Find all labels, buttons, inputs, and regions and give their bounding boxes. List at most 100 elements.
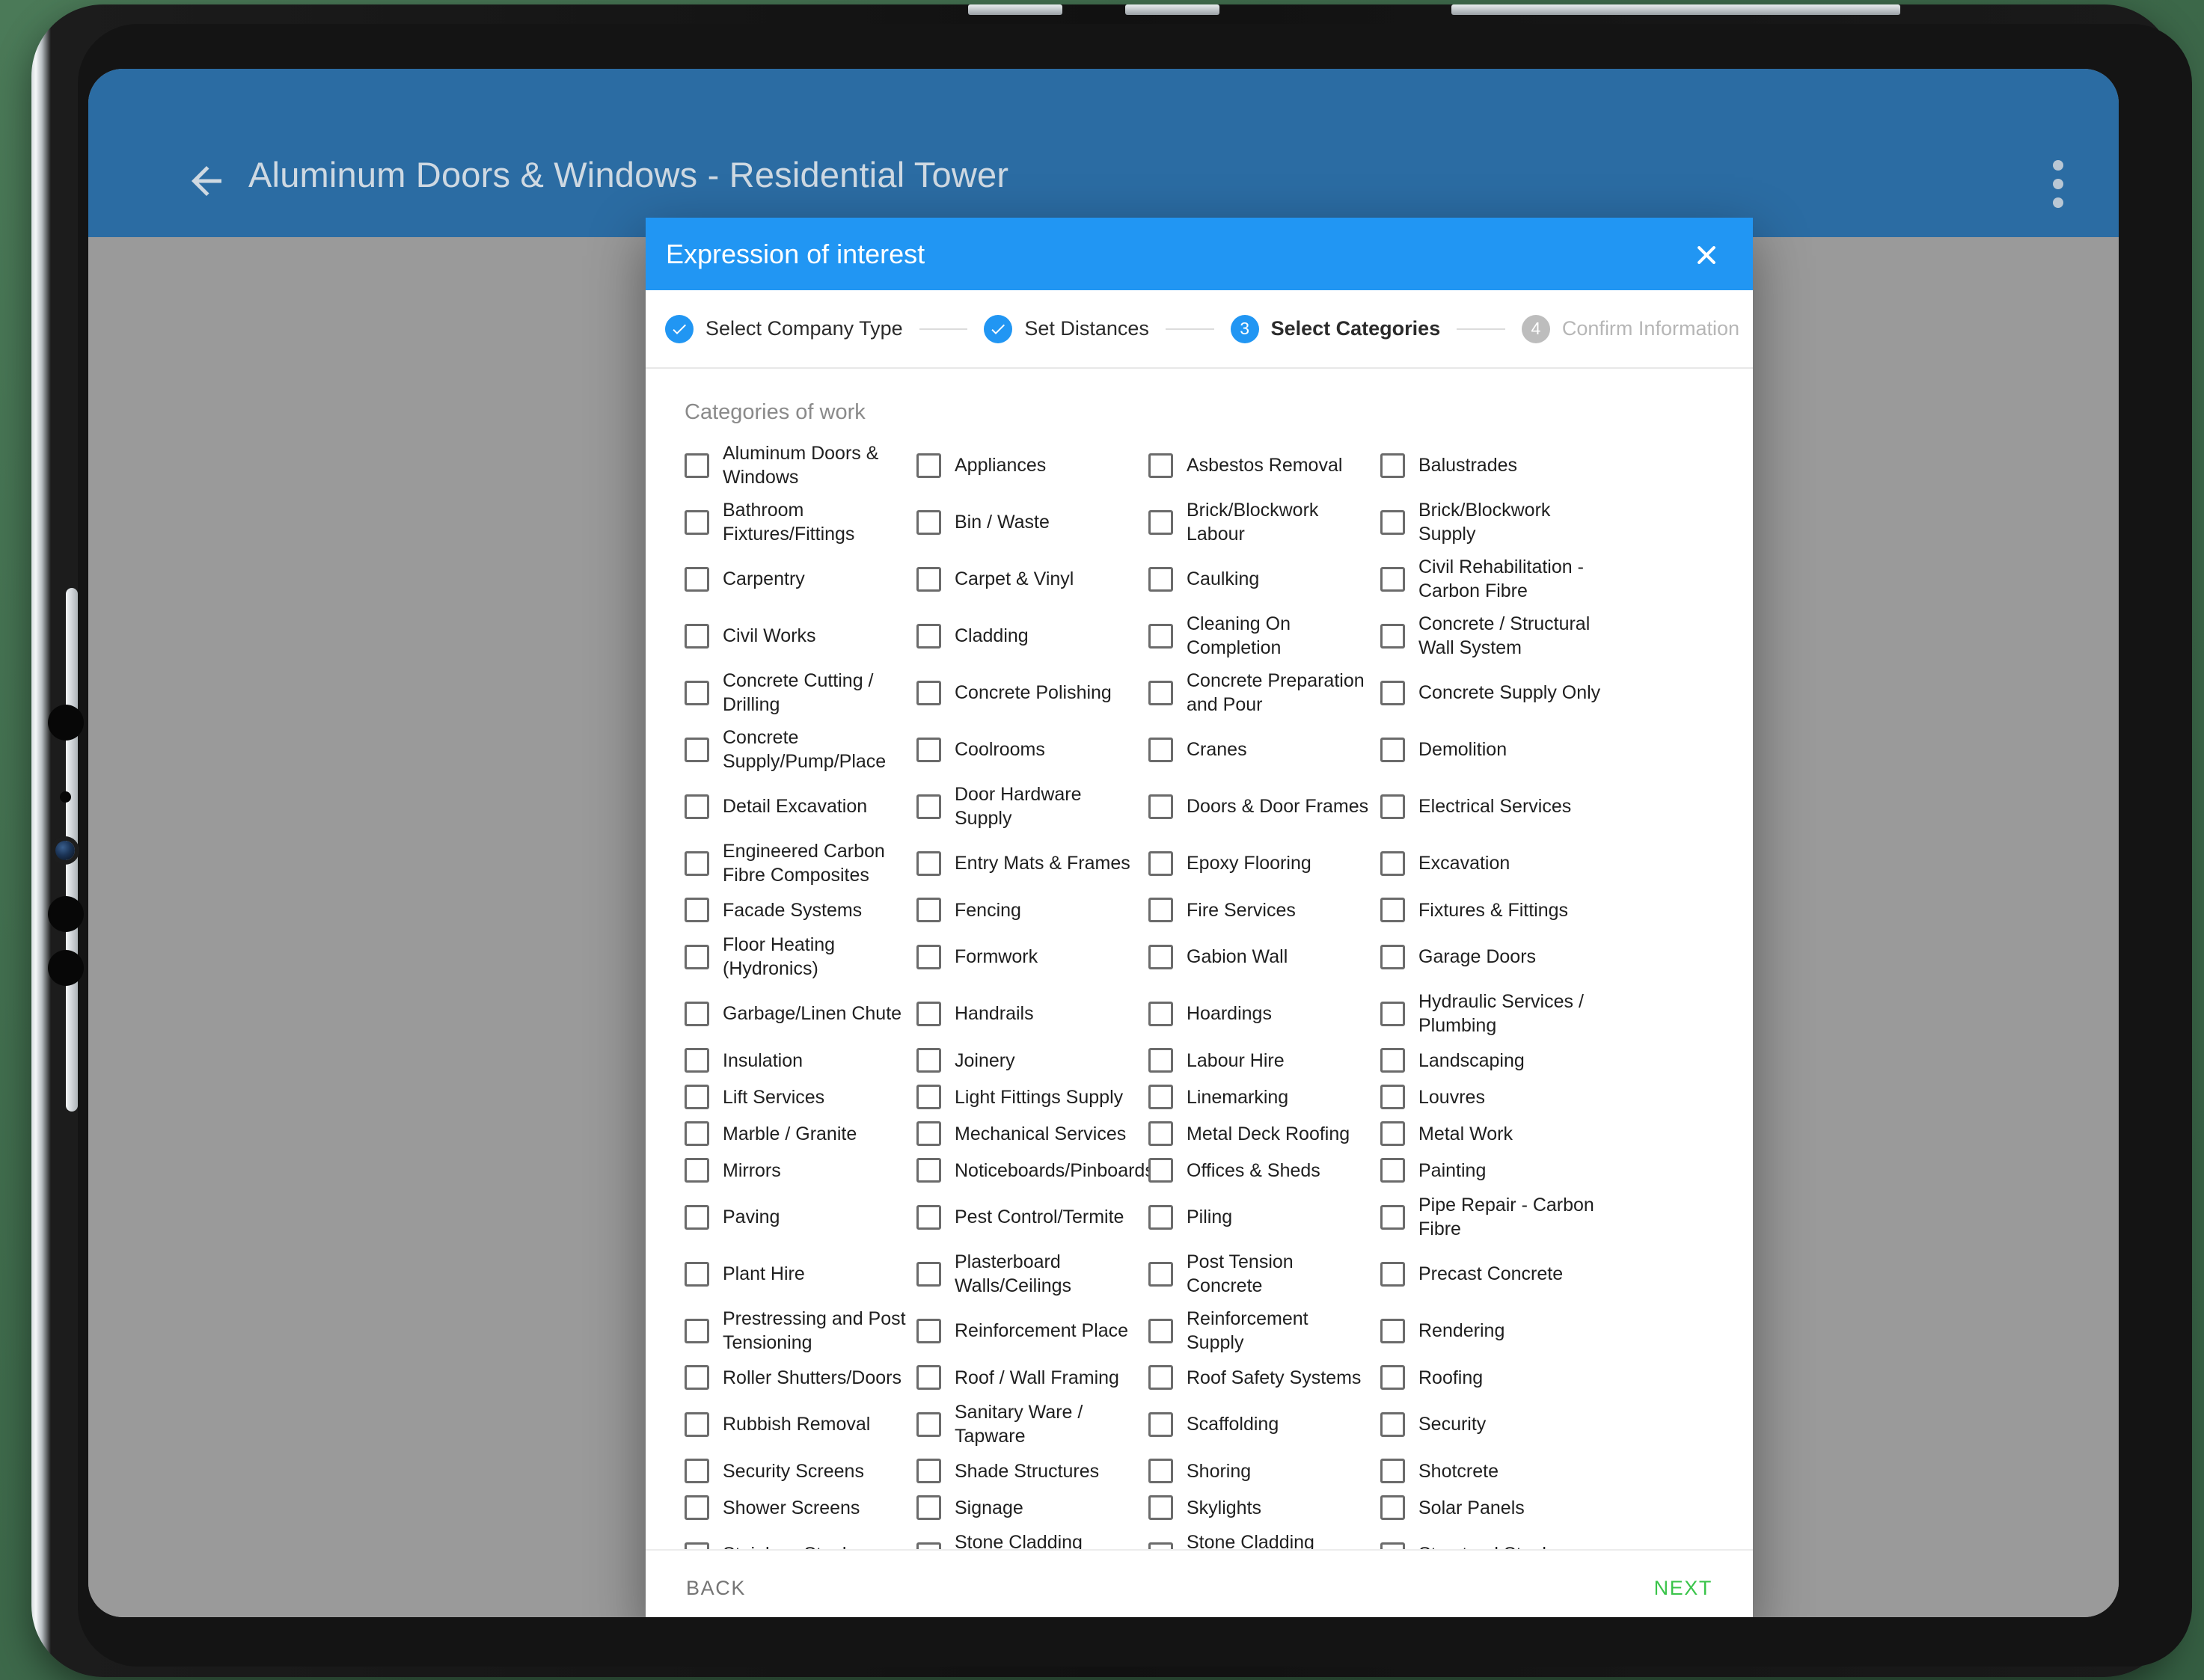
checkbox-unchecked-icon[interactable] — [1380, 1085, 1405, 1109]
category-label[interactable]: Concrete Supply Only — [1418, 681, 1600, 705]
category-label[interactable]: Door Hardware Supply — [955, 782, 1138, 830]
checkbox-unchecked-icon[interactable] — [1380, 1158, 1405, 1183]
category-checkbox-item[interactable]: Formwork — [916, 928, 1148, 985]
category-label[interactable]: Shotcrete — [1418, 1459, 1499, 1483]
category-checkbox-item[interactable]: Post Tension Concrete — [1148, 1245, 1380, 1302]
category-label[interactable]: Roof / Wall Framing — [955, 1366, 1119, 1390]
category-label[interactable]: Cladding — [955, 624, 1029, 648]
checkbox-unchecked-icon[interactable] — [1380, 681, 1405, 705]
more-vertical-icon[interactable] — [2053, 160, 2063, 216]
checkbox-unchecked-icon[interactable] — [916, 898, 941, 922]
checkbox-unchecked-icon[interactable] — [1380, 453, 1405, 478]
checkbox-unchecked-icon[interactable] — [916, 851, 941, 876]
category-label[interactable]: Sanitary Ware / Tapware — [955, 1400, 1138, 1448]
category-checkbox-item[interactable]: Brick/Blockwork Labour — [1148, 494, 1380, 551]
checkbox-unchecked-icon[interactable] — [1148, 1048, 1173, 1073]
category-label[interactable]: Rubbish Removal — [723, 1412, 870, 1436]
checkbox-unchecked-icon[interactable] — [685, 1205, 709, 1230]
category-label[interactable]: Prestressing and Post Tensioning — [723, 1307, 906, 1355]
category-checkbox-item[interactable]: Reinforcement Supply — [1148, 1302, 1380, 1359]
checkbox-unchecked-icon[interactable] — [1380, 510, 1405, 535]
category-label[interactable]: Caulking — [1187, 567, 1259, 591]
category-checkbox-item[interactable]: Floor Heating (Hydronics) — [685, 928, 916, 985]
category-checkbox-item[interactable]: Sanitary Ware / Tapware — [916, 1396, 1148, 1453]
checkbox-unchecked-icon[interactable] — [1148, 1205, 1173, 1230]
checkbox-unchecked-icon[interactable] — [685, 1412, 709, 1437]
category-label[interactable]: Concrete / Structural Wall System — [1418, 612, 1602, 660]
checkbox-unchecked-icon[interactable] — [916, 1459, 941, 1483]
category-label[interactable]: Formwork — [955, 945, 1038, 969]
category-checkbox-item[interactable]: Plasterboard Walls/Ceilings — [916, 1245, 1148, 1302]
hardware-button-mid[interactable] — [48, 896, 84, 932]
category-checkbox-item[interactable]: Concrete Preparation and Pour — [1148, 664, 1380, 721]
category-label[interactable]: Concrete Preparation and Pour — [1187, 669, 1370, 717]
category-label[interactable]: Excavation — [1418, 851, 1510, 875]
category-label[interactable]: Painting — [1418, 1159, 1486, 1183]
category-label[interactable]: Detail Excavation — [723, 794, 867, 818]
category-checkbox-item[interactable]: Joinery — [916, 1042, 1148, 1079]
checkbox-unchecked-icon[interactable] — [685, 1495, 709, 1520]
category-checkbox-item[interactable]: Facade Systems — [685, 892, 916, 928]
category-label[interactable]: Security — [1418, 1412, 1486, 1436]
checkbox-unchecked-icon[interactable] — [1148, 794, 1173, 819]
category-checkbox-item[interactable]: Piling — [1148, 1189, 1380, 1245]
checkbox-unchecked-icon[interactable] — [685, 945, 709, 969]
checkbox-unchecked-icon[interactable] — [1148, 1495, 1173, 1520]
checkbox-unchecked-icon[interactable] — [685, 898, 709, 922]
category-label[interactable]: Fire Services — [1187, 898, 1296, 922]
category-label[interactable]: Doors & Door Frames — [1187, 794, 1368, 818]
category-label[interactable]: Plant Hire — [723, 1262, 805, 1286]
category-checkbox-item[interactable]: Bathroom Fixtures/Fittings — [685, 494, 916, 551]
category-label[interactable]: Cranes — [1187, 738, 1247, 761]
checkbox-unchecked-icon[interactable] — [1380, 1412, 1405, 1437]
checkbox-unchecked-icon[interactable] — [916, 1048, 941, 1073]
category-checkbox-item[interactable]: Pipe Repair - Carbon Fibre — [1380, 1189, 1612, 1245]
category-label[interactable]: Pipe Repair - Carbon Fibre — [1418, 1193, 1602, 1241]
category-checkbox-item[interactable]: Skylights — [1148, 1489, 1380, 1526]
category-checkbox-item[interactable]: Excavation — [1380, 835, 1612, 892]
checkbox-unchecked-icon[interactable] — [1148, 1412, 1173, 1437]
category-checkbox-item[interactable]: Cranes — [1148, 721, 1380, 778]
checkbox-unchecked-icon[interactable] — [685, 567, 709, 592]
category-checkbox-item[interactable]: Civil Works — [685, 607, 916, 664]
category-label[interactable]: Louvres — [1418, 1085, 1485, 1109]
step-select-categories[interactable]: 3 Select Categories — [1231, 315, 1441, 343]
category-label[interactable]: Joinery — [955, 1049, 1015, 1073]
category-label[interactable]: Bin / Waste — [955, 510, 1050, 534]
category-checkbox-item[interactable]: Plant Hire — [685, 1245, 916, 1302]
next-button[interactable]: NEXT — [1654, 1577, 1712, 1600]
category-checkbox-item[interactable]: Engineered Carbon Fibre Composites — [685, 835, 916, 892]
category-checkbox-item[interactable]: Light Fittings Supply — [916, 1079, 1148, 1115]
category-label[interactable]: Fencing — [955, 898, 1021, 922]
category-checkbox-item[interactable]: Carpet & Vinyl — [916, 551, 1148, 607]
checkbox-unchecked-icon[interactable] — [1380, 1495, 1405, 1520]
category-checkbox-item[interactable]: Coolrooms — [916, 721, 1148, 778]
category-label[interactable]: Roller Shutters/Doors — [723, 1366, 902, 1390]
category-checkbox-item[interactable]: Insulation — [685, 1042, 916, 1079]
category-label[interactable]: Shoring — [1187, 1459, 1251, 1483]
category-checkbox-item[interactable]: Entry Mats & Frames — [916, 835, 1148, 892]
category-label[interactable]: Rendering — [1418, 1319, 1504, 1343]
checkbox-unchecked-icon[interactable] — [1148, 898, 1173, 922]
checkbox-unchecked-icon[interactable] — [916, 794, 941, 819]
category-label[interactable]: Shower Screens — [723, 1496, 860, 1520]
category-checkbox-item[interactable]: Roofing — [1380, 1359, 1612, 1396]
category-label[interactable]: Demolition — [1418, 738, 1507, 761]
step-set-distances[interactable]: Set Distances — [984, 315, 1149, 343]
category-label[interactable]: Hydraulic Services / Plumbing — [1418, 990, 1602, 1037]
category-label[interactable]: Hoardings — [1187, 1002, 1272, 1026]
category-checkbox-item[interactable]: Solar Panels — [1380, 1489, 1612, 1526]
category-checkbox-item[interactable]: Structural Steel — [1380, 1526, 1612, 1549]
category-label[interactable]: Reinforcement Supply — [1187, 1307, 1370, 1355]
checkbox-unchecked-icon[interactable] — [1380, 738, 1405, 762]
category-checkbox-item[interactable]: Carpentry — [685, 551, 916, 607]
category-label[interactable]: Stone Cladding Labour — [955, 1530, 1138, 1549]
category-checkbox-item[interactable]: Precast Concrete — [1380, 1245, 1612, 1302]
category-checkbox-item[interactable]: Painting — [1380, 1152, 1612, 1189]
checkbox-unchecked-icon[interactable] — [1380, 794, 1405, 819]
category-label[interactable]: Post Tension Concrete — [1187, 1250, 1370, 1298]
category-label[interactable]: Electrical Services — [1418, 794, 1571, 818]
checkbox-unchecked-icon[interactable] — [1148, 738, 1173, 762]
checkbox-unchecked-icon[interactable] — [1148, 1319, 1173, 1343]
hardware-button-top-3[interactable] — [1451, 4, 1900, 15]
